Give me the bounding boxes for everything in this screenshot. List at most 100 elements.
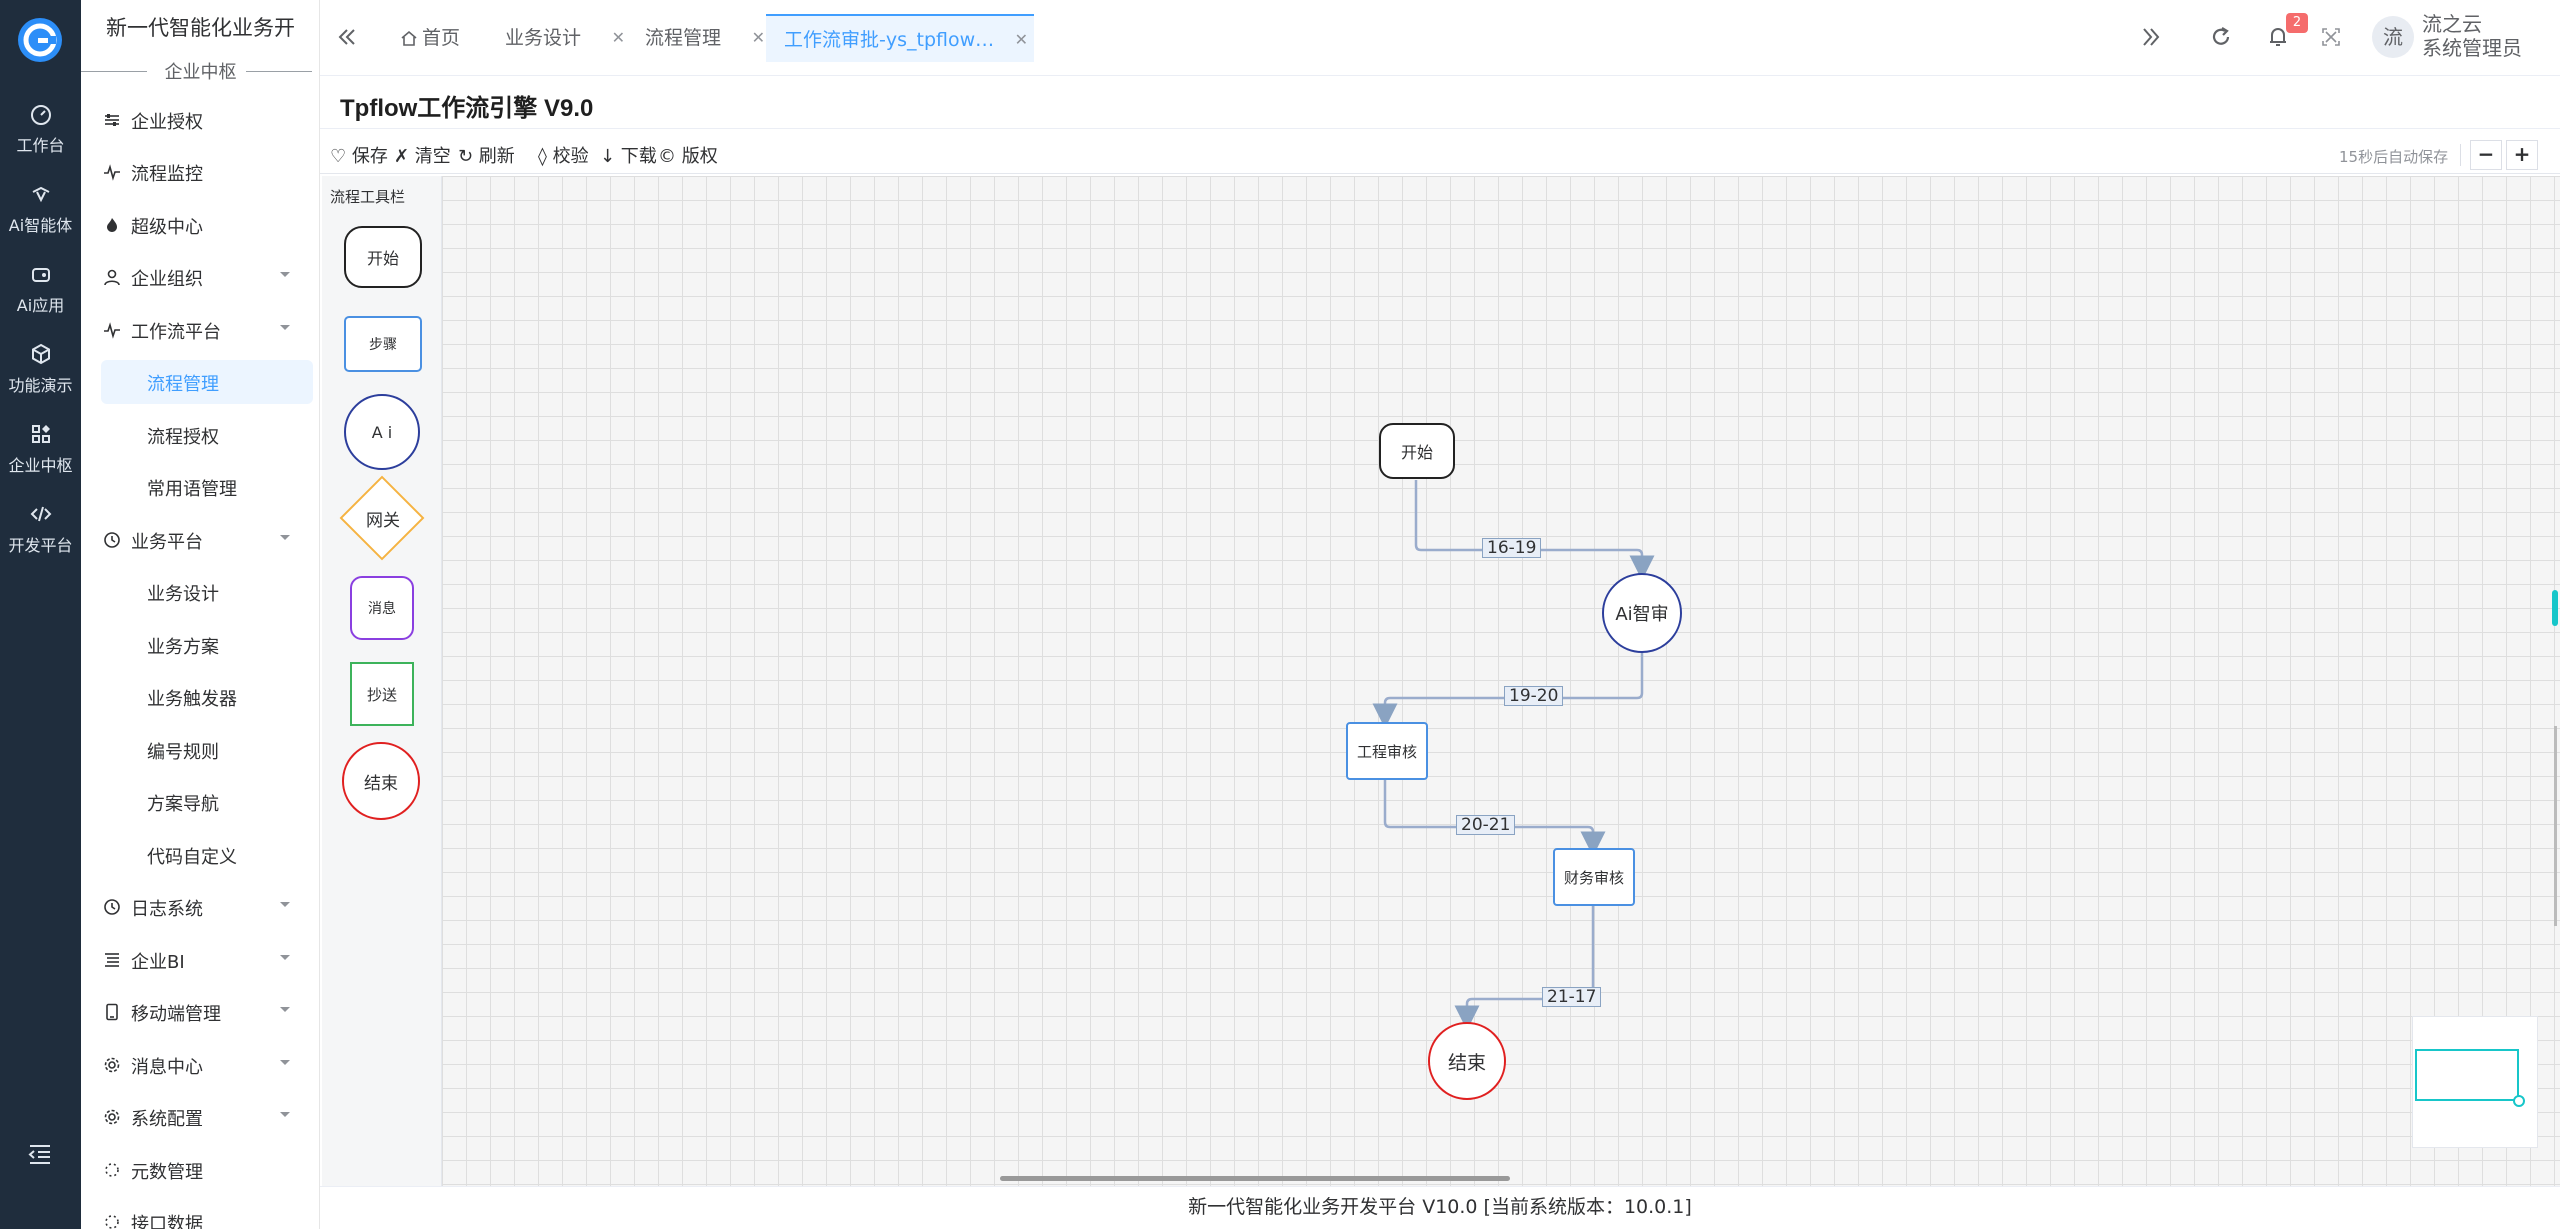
tab-business-design[interactable]: 业务设计 ✕ <box>505 14 625 62</box>
menu-item-enterprise-bi[interactable]: 企业BI <box>81 938 319 982</box>
menu-item-numbering-rules[interactable]: 编号规则 <box>81 728 319 772</box>
rail-item-dev-platform[interactable]: 开发平台 <box>0 488 81 568</box>
menu-item-process-auth[interactable]: 流程授权 <box>81 413 319 457</box>
grid-icon <box>31 425 50 443</box>
vertical-scrollbar[interactable] <box>2554 726 2557 926</box>
edge-label[interactable]: 21-17 <box>1542 987 1602 1007</box>
clear-button[interactable]: ✗ 清空 <box>394 142 451 168</box>
menu-item-plan-navigation[interactable]: 方案导航 <box>81 780 319 824</box>
chevron-down-icon <box>280 1060 290 1065</box>
palette-cc-node[interactable]: 抄送 <box>350 662 414 726</box>
menu-item-business-design[interactable]: 业务设计 <box>81 570 319 614</box>
menu-item-label: 企业授权 <box>131 112 203 133</box>
rail-item-ai-agent[interactable]: Ai智能体 <box>0 168 81 248</box>
spinner-icon <box>105 1163 119 1177</box>
rail-item-demo[interactable]: 功能演示 <box>0 328 81 408</box>
refresh-icon[interactable] <box>2208 24 2234 50</box>
avatar[interactable]: 流 <box>2372 16 2414 58</box>
rail-item-workbench[interactable]: 工作台 <box>0 88 81 168</box>
menu-item-mobile-management[interactable]: 移动端管理 <box>81 990 319 1034</box>
rail-item-enterprise-hub[interactable]: 企业中枢 <box>0 408 81 488</box>
edge-label[interactable]: 16-19 <box>1482 538 1542 558</box>
palette-start-node[interactable]: 开始 <box>344 226 422 288</box>
menu-item-enterprise-auth[interactable]: 企业授权 <box>81 98 319 142</box>
vertical-scrollbar-thumb[interactable] <box>2552 590 2558 626</box>
menu-item-business-trigger[interactable]: 业务触发器 <box>81 675 319 719</box>
menu-item-message-center[interactable]: 消息中心 <box>81 1043 319 1087</box>
icon-rail: 工作台 Ai智能体 Ai应用 功能演示 企业中枢 开发平台 <box>0 0 81 1229</box>
menu-item-process-management[interactable]: 流程管理 <box>101 360 313 404</box>
user-icon <box>104 269 120 286</box>
menu-item-label: 代码自定义 <box>147 847 237 868</box>
gear-icon <box>104 1109 120 1125</box>
tab-home[interactable]: 首页 <box>400 14 480 62</box>
close-icon[interactable]: ✕ <box>1015 16 1028 64</box>
fullscreen-icon[interactable] <box>2318 24 2344 50</box>
tab-label: 首页 <box>422 27 461 49</box>
double-chevron-right-icon[interactable] <box>2138 24 2164 50</box>
horizontal-scrollbar[interactable] <box>1000 1176 1510 1181</box>
minimap[interactable] <box>2412 1016 2538 1148</box>
flow-edge[interactable] <box>1372 650 1644 729</box>
clock-icon <box>104 532 120 548</box>
chevron-down-icon <box>280 1112 290 1117</box>
validate-button[interactable]: ◊ 校验 <box>538 142 589 168</box>
menu-item-metadata[interactable]: 元数管理 <box>81 1148 319 1192</box>
list-icon <box>105 953 119 967</box>
palette-end-node[interactable]: 结束 <box>342 742 420 820</box>
zoom-in-button[interactable]: + <box>2506 140 2538 170</box>
flow-node-start[interactable]: 开始 <box>1379 423 1455 479</box>
menu-item-custom-code[interactable]: 代码自定义 <box>81 833 319 877</box>
menu-item-business-plan[interactable]: 业务方案 <box>81 623 319 667</box>
user-role: 系统管理员 <box>2422 36 2522 60</box>
flow-node-engineering-review[interactable]: 工程审核 <box>1346 722 1428 780</box>
refresh-button[interactable]: ↻ 刷新 <box>458 142 515 168</box>
palette-message-node[interactable]: 消息 <box>350 576 414 640</box>
chevron-down-icon <box>280 272 290 277</box>
menu-item-process-monitor[interactable]: 流程监控 <box>81 150 319 194</box>
flow-canvas[interactable]: 开始 Ai智审 工程审核 财务审核 结束 16-19 19-20 20-21 2… <box>442 176 2560 1186</box>
tab-workflow-approval[interactable]: 工作流审批-ys_tpflow… ✕ <box>766 14 1034 62</box>
minimap-viewport[interactable] <box>2415 1049 2519 1101</box>
close-icon[interactable]: ✕ <box>752 14 765 62</box>
tab-bar: 首页 业务设计 ✕ 流程管理 ✕ 工作流审批-ys_tpflow… ✕ <box>320 0 2560 76</box>
menu-item-enterprise-org[interactable]: 企业组织 <box>81 255 319 299</box>
menu-item-business-platform[interactable]: 业务平台 <box>81 518 319 562</box>
tab-process-management[interactable]: 流程管理 ✕ <box>645 14 765 62</box>
edge-label[interactable]: 20-21 <box>1456 815 1516 835</box>
flow-node-end[interactable]: 结束 <box>1428 1022 1506 1100</box>
flow-node-ai-review[interactable]: Ai智审 <box>1602 573 1682 653</box>
menu-item-log-system[interactable]: 日志系统 <box>81 885 319 929</box>
rail-item-ai-app[interactable]: Ai应用 <box>0 248 81 328</box>
collapse-menu-icon[interactable] <box>26 1140 54 1168</box>
user-info[interactable]: 流之云 系统管理员 <box>2422 12 2522 60</box>
save-button[interactable]: ♡ 保存 <box>330 142 388 168</box>
double-chevron-left-icon[interactable] <box>336 26 358 48</box>
menu-item-phrases[interactable]: 常用语管理 <box>81 465 319 509</box>
menu-item-label: 元数管理 <box>131 1162 203 1183</box>
zoom-out-button[interactable]: − <box>2470 140 2502 170</box>
palette-step-node[interactable]: 步骤 <box>344 316 422 372</box>
menu-item-super-center[interactable]: 超级中心 <box>81 203 319 247</box>
minimap-resize-handle[interactable] <box>2513 1095 2525 1107</box>
app-title: 新一代智能化业务开 <box>106 16 295 40</box>
user-name: 流之云 <box>2422 12 2482 36</box>
ai-agent-icon <box>32 186 49 203</box>
download-button[interactable]: ↓ 下载 <box>600 142 657 168</box>
close-icon[interactable]: ✕ <box>612 14 625 62</box>
code-icon <box>30 506 51 522</box>
cube-icon <box>31 343 50 365</box>
menu-item-label: 流程管理 <box>147 374 219 395</box>
palette-ai-node[interactable]: A i <box>344 394 420 470</box>
menu-item-system-config[interactable]: 系统配置 <box>81 1095 319 1139</box>
fire-icon <box>107 218 117 232</box>
copyright-button[interactable]: © 版权 <box>658 142 718 168</box>
edge-label[interactable]: 19-20 <box>1504 686 1564 706</box>
menu-item-label: 业务触发器 <box>147 689 237 710</box>
dashboard-icon <box>30 105 51 125</box>
flow-node-finance-review[interactable]: 财务审核 <box>1553 848 1635 906</box>
menu-item-api-data[interactable]: 接口数据 <box>81 1200 319 1229</box>
menu-item-workflow-platform[interactable]: 工作流平台 <box>81 308 319 352</box>
app-logo-icon[interactable] <box>16 16 64 64</box>
tab-label: 业务设计 <box>505 27 582 49</box>
